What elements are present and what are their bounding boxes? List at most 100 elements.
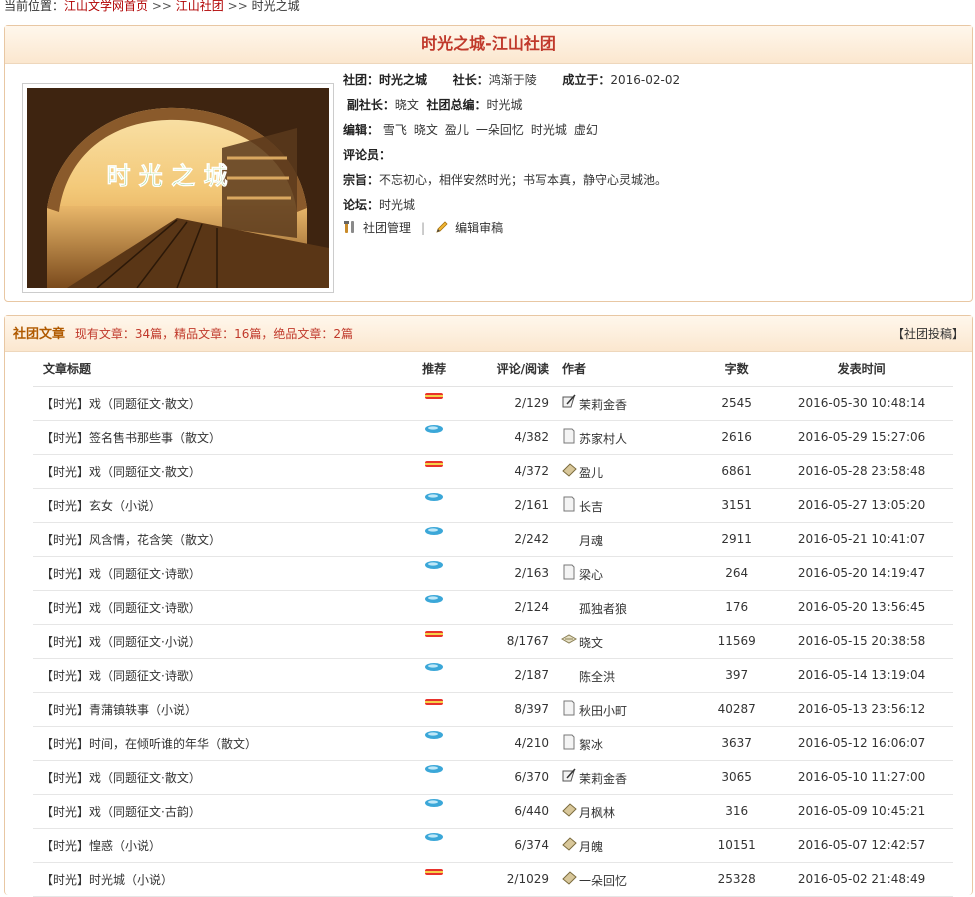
comments-reads: 4/210 <box>459 726 561 761</box>
blue-gem-icon <box>424 559 444 573</box>
author-link[interactable]: 秋田小町 <box>579 704 627 718</box>
author-link[interactable]: 絮冰 <box>579 738 603 752</box>
page-icon <box>561 496 577 512</box>
comments-reads: 2/124 <box>459 590 561 625</box>
article-title-link[interactable]: 【时光】戏（同题征文·诗歌） <box>33 590 409 625</box>
club-name: 时光之城 <box>379 73 428 87</box>
publish-time: 2016-05-28 23:58:48 <box>770 454 953 489</box>
founded-label: 成立于： <box>562 73 611 87</box>
word-count: 2616 <box>703 420 771 455</box>
leader-label: 社长： <box>452 73 489 87</box>
article-title-link[interactable]: 【时光】戏（同题征文·小说） <box>33 624 409 659</box>
breadcrumb-section-link[interactable]: 江山社团 <box>176 0 224 13</box>
publish-time: 2016-05-30 10:48:14 <box>770 386 953 421</box>
author-link[interactable]: 盈儿 <box>579 466 603 480</box>
publish-time: 2016-05-21 10:41:07 <box>770 522 953 557</box>
col-counts-header: 评论/阅读 <box>459 352 561 387</box>
article-title-link[interactable]: 【时光】戏（同题征文·古韵） <box>33 794 409 829</box>
col-rec-header: 推荐 <box>408 352 460 387</box>
review-manuscripts-link[interactable]: 编辑审稿 <box>455 221 503 235</box>
author-link[interactable]: 茉莉金香 <box>579 772 627 786</box>
author-cell: 一朵回忆 <box>561 862 704 897</box>
author-link[interactable]: 长吉 <box>579 500 603 514</box>
blue-gem-icon <box>424 797 444 811</box>
chief-editor-name: 时光城 <box>486 98 523 112</box>
author-link[interactable]: 晓文 <box>579 636 603 650</box>
author-link[interactable]: 梁心 <box>579 568 603 582</box>
article-title-link[interactable]: 【时光】戏（同题征文·散文） <box>33 760 409 795</box>
author-link[interactable]: 月魂 <box>579 534 603 548</box>
manage-club-link[interactable]: 社团管理 <box>363 221 411 235</box>
table-row: 【时光】风含情，花含笑（散文） 2/242 月魂 2911 2016-05-21 10:… <box>33 522 953 557</box>
table-row: 【时光】戏（同题征文·诗歌） 2/124 孤独者狼 176 2016-05-20 13:… <box>33 590 953 625</box>
article-title-link[interactable]: 【时光】时间，在倾听谁的年华（散文） <box>33 726 409 761</box>
author-link[interactable]: 月魄 <box>579 840 603 854</box>
scroll-icon <box>561 462 577 478</box>
word-count: 3065 <box>703 760 771 795</box>
chief-editor-label: 社团总编： <box>426 98 487 112</box>
club-reviewers-row: 评论员： <box>343 143 962 168</box>
red-gem-icon <box>424 695 444 709</box>
article-title-link[interactable]: 【时光】签名售书那些事（散文） <box>33 420 409 455</box>
author-link[interactable]: 月枫林 <box>579 806 615 820</box>
article-title-link[interactable]: 【时光】戏（同题征文·诗歌） <box>33 556 409 591</box>
recommend-cell <box>408 522 460 557</box>
breadcrumb-prefix: 当前位置： <box>4 0 65 13</box>
recommend-cell <box>408 454 460 489</box>
leader-name: 鸿渐于陵 <box>488 73 537 87</box>
comments-reads: 6/440 <box>459 794 561 829</box>
comments-reads: 2/242 <box>459 522 561 557</box>
article-title-link[interactable]: 【时光】风含情，花含笑（散文） <box>33 522 409 557</box>
article-title-link[interactable]: 【时光】青蒲镇轶事（小说） <box>33 692 409 727</box>
submit-article-link[interactable]: 【社团投稿】 <box>892 316 964 352</box>
page-icon <box>561 428 577 444</box>
red-gem-icon <box>424 389 444 403</box>
scroll-icon <box>560 632 578 648</box>
breadcrumb-home-link[interactable]: 江山文学网首页 <box>64 0 148 13</box>
table-row: 【时光】戏（同题征文·散文） 2/129 茉莉金香 2545 2016-05-30 10… <box>33 386 953 421</box>
blue-gem-icon <box>424 661 444 675</box>
articles-stats: 现有文章：34篇，精品文章：16篇，绝品文章：2篇 <box>74 327 354 341</box>
author-link[interactable]: 孤独者狼 <box>579 602 627 616</box>
author-cell: 秋田小町 <box>561 692 704 727</box>
articles-header: 社团文章 现有文章：34篇，精品文章：16篇，绝品文章：2篇 【社团投稿】 <box>5 316 972 352</box>
recommend-cell <box>408 726 460 761</box>
editor-name: 盈儿 <box>444 123 469 137</box>
article-title-link[interactable]: 【时光】戏（同题征文·散文） <box>33 454 409 489</box>
editor-name: 雪飞 <box>382 123 407 137</box>
article-title-link[interactable]: 【时光】玄女（小说） <box>33 488 409 523</box>
club-info-panel: 时光之城-江山社团 时 光 之 城 社团：时光之城 社长：鸿渐于陵 成立于：20… <box>4 25 973 302</box>
editor-name: 晓文 <box>413 123 438 137</box>
club-details: 社团：时光之城 社长：鸿渐于陵 成立于：2016-02-02 副社长：晓文 社团… <box>343 68 962 238</box>
word-count: 264 <box>703 556 771 591</box>
word-count: 3151 <box>703 488 771 523</box>
scroll-icon <box>561 870 577 886</box>
author-cell: 茉莉金香 <box>561 386 704 421</box>
comments-reads: 8/397 <box>459 692 561 727</box>
cover-title-text: 时 光 之 城 <box>106 162 227 190</box>
recommend-cell <box>408 556 460 591</box>
author-link[interactable]: 一朵回忆 <box>579 874 627 888</box>
articles-heading: 社团文章 <box>13 327 66 342</box>
author-link[interactable]: 茉莉金香 <box>579 398 627 412</box>
comments-reads: 2/161 <box>459 488 561 523</box>
article-title-link[interactable]: 【时光】戏（同题征文·散文） <box>33 386 409 421</box>
comments-reads: 8/1767 <box>459 624 561 659</box>
recommend-cell <box>408 420 460 455</box>
article-title-link[interactable]: 【时光】戏（同题征文·诗歌） <box>33 658 409 693</box>
breadcrumb-separator: >> <box>151 0 172 13</box>
comments-reads: 4/372 <box>459 454 561 489</box>
vice-leader-name: 晓文 <box>394 98 419 112</box>
publish-time: 2016-05-10 11:27:00 <box>770 760 953 795</box>
club-motto-row: 宗旨：不忘初心，相伴安然时光；书写本真，静守心灵城池。 <box>343 168 962 193</box>
article-title-link[interactable]: 【时光】惶惑（小说） <box>33 828 409 863</box>
author-cell: 月魄 <box>561 828 704 863</box>
club-title: 时光之城-江山社团 <box>5 26 972 64</box>
author-link[interactable]: 苏家村人 <box>579 432 627 446</box>
article-title-link[interactable]: 【时光】时光城（小说） <box>33 862 409 897</box>
publish-time: 2016-05-27 13:05:20 <box>770 488 953 523</box>
word-count: 25328 <box>703 862 771 897</box>
author-link[interactable]: 陈全洪 <box>579 670 615 684</box>
publish-time: 2016-05-29 15:27:06 <box>770 420 953 455</box>
blue-gem-icon <box>424 423 444 437</box>
